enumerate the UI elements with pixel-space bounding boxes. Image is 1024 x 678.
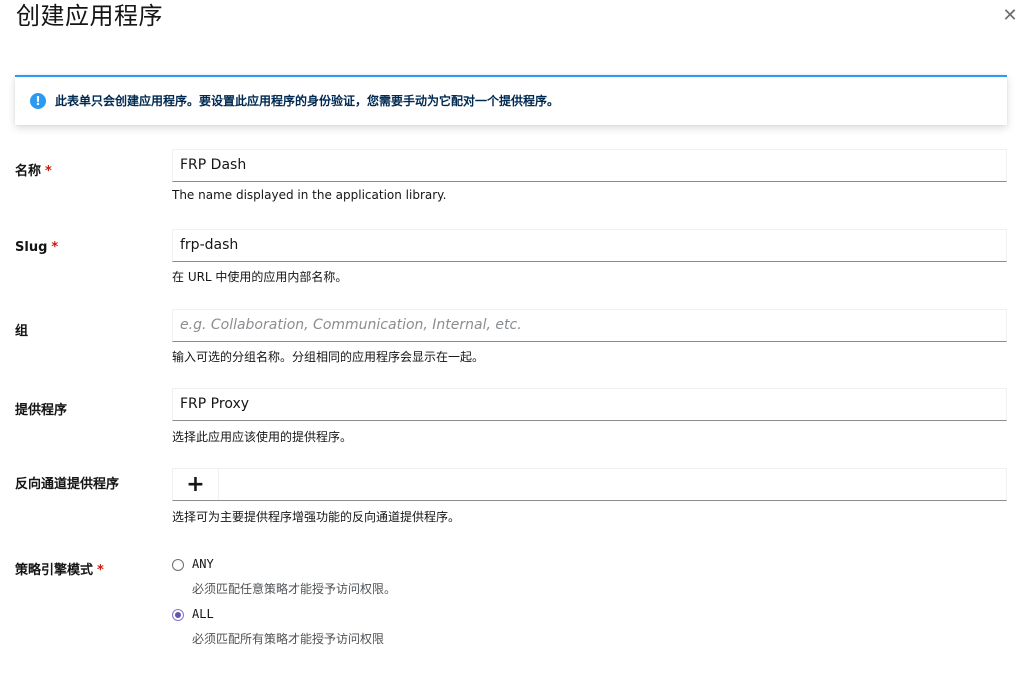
add-provider-button[interactable]: + bbox=[173, 469, 219, 500]
radio-any[interactable] bbox=[172, 559, 184, 571]
slug-label-text: Slug bbox=[15, 240, 48, 255]
close-icon[interactable]: ✕ bbox=[1002, 5, 1017, 26]
info-circle-icon: ! bbox=[30, 93, 46, 109]
slug-input[interactable]: frp-dash bbox=[172, 229, 1007, 262]
modal-title: 创建应用程序 bbox=[16, 2, 163, 30]
provider-helper: 选择此应用应该使用的提供程序。 bbox=[172, 430, 353, 444]
policy-mode-label-text: 策略引擎模式 bbox=[15, 563, 94, 578]
radio-any-label[interactable]: ANY bbox=[192, 557, 214, 571]
provider-select[interactable]: FRP Proxy bbox=[172, 388, 1007, 421]
provider-label: 提供程序 bbox=[15, 403, 68, 418]
close-button[interactable]: ✕ bbox=[1000, 6, 1020, 26]
radio-all-label[interactable]: ALL bbox=[192, 607, 214, 621]
group-label: 组 bbox=[15, 324, 29, 339]
slug-label: Slug * bbox=[15, 240, 58, 255]
radio-all-description: 必须匹配所有策略才能授予访问权限 bbox=[192, 632, 385, 646]
policy-mode-label: 策略引擎模式 * bbox=[15, 559, 104, 578]
name-input[interactable]: FRP Dash bbox=[172, 149, 1007, 182]
backchannel-select[interactable]: + bbox=[172, 468, 1007, 501]
slug-helper: 在 URL 中使用的应用内部名称。 bbox=[172, 270, 348, 284]
required-mark: * bbox=[51, 240, 59, 255]
required-mark: * bbox=[45, 164, 52, 179]
backchannel-label: 反向通道提供程序 bbox=[15, 477, 120, 492]
name-helper: The name displayed in the application li… bbox=[172, 188, 447, 202]
info-alert: ! 此表单只会创建应用程序。要设置此应用程序的身份验证，您需要手动为它配对一个提… bbox=[15, 75, 1007, 125]
radio-any-description: 必须匹配任意策略才能授予访问权限。 bbox=[192, 582, 397, 596]
alert-text: 此表单只会创建应用程序。要设置此应用程序的身份验证，您需要手动为它配对一个提供程… bbox=[55, 94, 560, 108]
radio-all[interactable] bbox=[172, 609, 184, 621]
required-mark: * bbox=[97, 563, 104, 578]
backchannel-helper: 选择可为主要提供程序增强功能的反向通道提供程序。 bbox=[172, 510, 461, 524]
group-input[interactable]: e.g. Collaboration, Communication, Inter… bbox=[172, 309, 1007, 342]
name-label-text: 名称 bbox=[15, 164, 42, 179]
group-helper: 输入可选的分组名称。分组相同的应用程序会显示在一起。 bbox=[172, 350, 485, 364]
name-label: 名称 * bbox=[15, 160, 52, 179]
